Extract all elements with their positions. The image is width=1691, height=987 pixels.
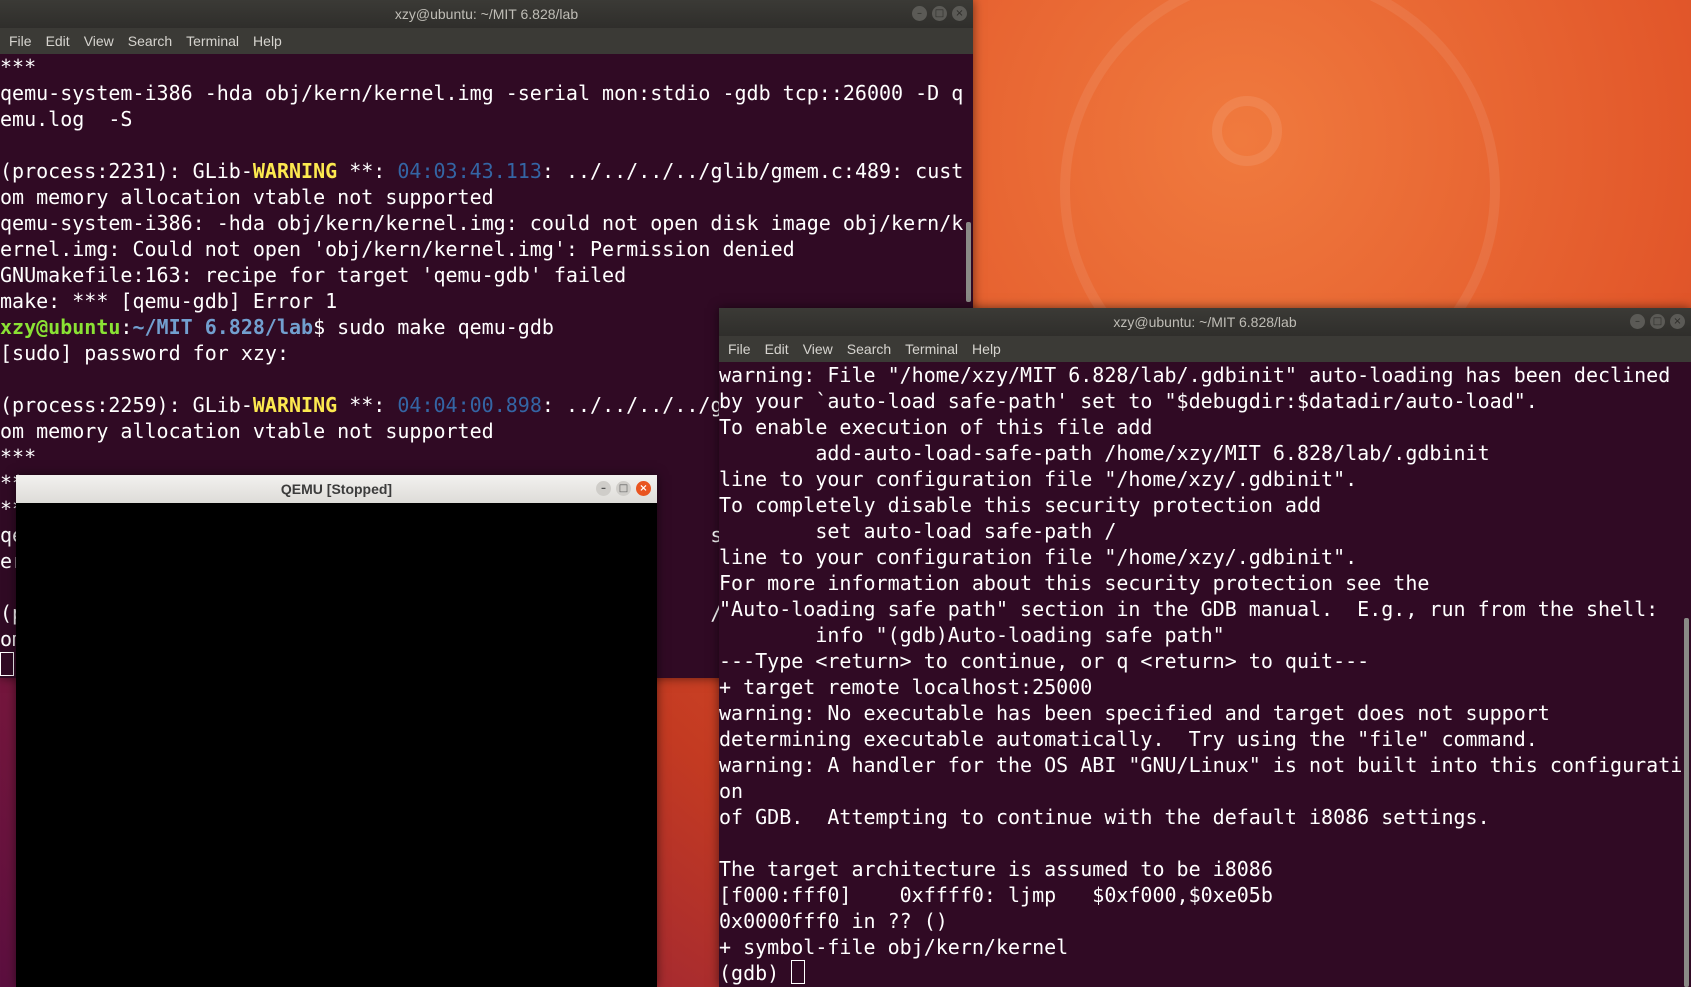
terminal-line: line to your configuration file "/home/x…	[719, 467, 1358, 491]
terminal-line: warning: No executable has been specifie…	[719, 701, 1550, 725]
terminal-line: emu.log -S	[0, 107, 133, 131]
terminal-line: warning: File "/home/xzy/MIT 6.828/lab/.…	[719, 363, 1671, 387]
maximize-icon[interactable]: □	[932, 6, 947, 21]
right-terminal-titlebar[interactable]: xzy@ubuntu: ~/MIT 6.828/lab – □ ×	[719, 308, 1691, 336]
terminal-line: ernel.img: Could not open 'obj/kern/kern…	[0, 237, 795, 261]
minimize-icon[interactable]: –	[596, 481, 611, 496]
terminal-line: "Auto-loading safe path" section in the …	[719, 597, 1659, 621]
terminal-line: add-auto-load-safe-path /home/xzy/MIT 6.…	[719, 441, 1490, 465]
close-icon[interactable]: ×	[636, 481, 651, 496]
scrollbar-thumb[interactable]	[1684, 618, 1689, 987]
window-title: QEMU [Stopped]	[280, 481, 393, 497]
right-terminal-menubar: File Edit View Search Terminal Help	[719, 336, 1691, 362]
terminal-line: + symbol-file obj/kern/kernel	[719, 935, 1069, 959]
menu-file[interactable]: File	[721, 341, 758, 357]
menu-terminal[interactable]: Terminal	[179, 33, 246, 49]
menu-view[interactable]: View	[77, 33, 121, 49]
menu-edit[interactable]: Edit	[758, 341, 796, 357]
desktop-wallpaper-ring-small	[1212, 96, 1282, 166]
terminal-cursor	[0, 652, 14, 676]
terminal-line: qemu-system-i386 -hda obj/kern/kernel.im…	[0, 81, 964, 105]
qemu-titlebar[interactable]: QEMU [Stopped] – □ ×	[16, 475, 657, 503]
terminal-line: 0x0000fff0 in ?? ()	[719, 909, 948, 933]
window-title: xzy@ubuntu: ~/MIT 6.828/lab	[1113, 314, 1297, 330]
terminal-line: [f000:fff0] 0xffff0: ljmp $0xf000,$0xe05…	[719, 883, 1273, 907]
terminal-line: qemu-system-i386: -hda obj/kern/kernel.i…	[0, 211, 964, 235]
terminal-line: info "(gdb)Auto-loading safe path"	[719, 623, 1225, 647]
window-title: xzy@ubuntu: ~/MIT 6.828/lab	[394, 6, 579, 22]
left-terminal-menubar: File Edit View Search Terminal Help	[0, 28, 973, 54]
menu-view[interactable]: View	[796, 341, 840, 357]
qemu-window[interactable]: QEMU [Stopped] – □ ×	[16, 475, 657, 987]
qemu-display[interactable]	[16, 503, 657, 987]
terminal-line: The target architecture is assumed to be…	[719, 857, 1273, 881]
maximize-icon[interactable]: □	[1650, 314, 1665, 329]
maximize-icon[interactable]: □	[616, 481, 631, 496]
terminal-line: + target remote localhost:25000	[719, 675, 1093, 699]
terminal-line: determining executable automatically. Tr…	[719, 727, 1538, 751]
menu-search[interactable]: Search	[840, 341, 898, 357]
menu-help[interactable]: Help	[965, 341, 1008, 357]
terminal-line: by your `auto-load safe-path' set to "$d…	[719, 389, 1538, 413]
terminal-line: To enable execution of this file add	[719, 415, 1153, 439]
terminal-line: warning: A handler for the OS ABI "GNU/L…	[719, 753, 1683, 777]
menu-terminal[interactable]: Terminal	[898, 341, 965, 357]
terminal-line: (gdb)	[719, 960, 1691, 986]
close-icon[interactable]: ×	[952, 6, 967, 21]
terminal-line: of GDB. Attempting to continue with the …	[719, 805, 1490, 829]
terminal-line: (process:2231): GLib-WARNING **: 04:03:4…	[0, 159, 964, 183]
menu-help[interactable]: Help	[246, 33, 289, 49]
scrollbar-thumb[interactable]	[966, 222, 971, 302]
minimize-icon[interactable]: –	[1630, 314, 1645, 329]
terminal-line: line to your configuration file "/home/x…	[719, 545, 1358, 569]
close-icon[interactable]: ×	[1670, 314, 1685, 329]
left-terminal-titlebar[interactable]: xzy@ubuntu: ~/MIT 6.828/lab – □ ×	[0, 0, 973, 28]
terminal-line: GNUmakefile:163: recipe for target 'qemu…	[0, 263, 627, 287]
terminal-cursor	[791, 960, 806, 984]
menu-edit[interactable]: Edit	[39, 33, 77, 49]
terminal-line: set auto-load safe-path /	[719, 519, 1117, 543]
terminal-line: ---Type <return> to continue, or q <retu…	[719, 649, 1370, 673]
right-terminal-window[interactable]: xzy@ubuntu: ~/MIT 6.828/lab – □ × File E…	[719, 308, 1691, 987]
terminal-line: on	[719, 779, 744, 803]
terminal-line: To completely disable this security prot…	[719, 493, 1322, 517]
terminal-line: For more information about this security…	[719, 571, 1430, 595]
terminal-line: ***	[0, 55, 37, 79]
right-terminal-output[interactable]: warning: File "/home/xzy/MIT 6.828/lab/.…	[719, 362, 1691, 987]
menu-search[interactable]: Search	[121, 33, 179, 49]
menu-file[interactable]: File	[2, 33, 39, 49]
terminal-line: om memory allocation vtable not supporte…	[0, 185, 494, 209]
minimize-icon[interactable]: –	[912, 6, 927, 21]
